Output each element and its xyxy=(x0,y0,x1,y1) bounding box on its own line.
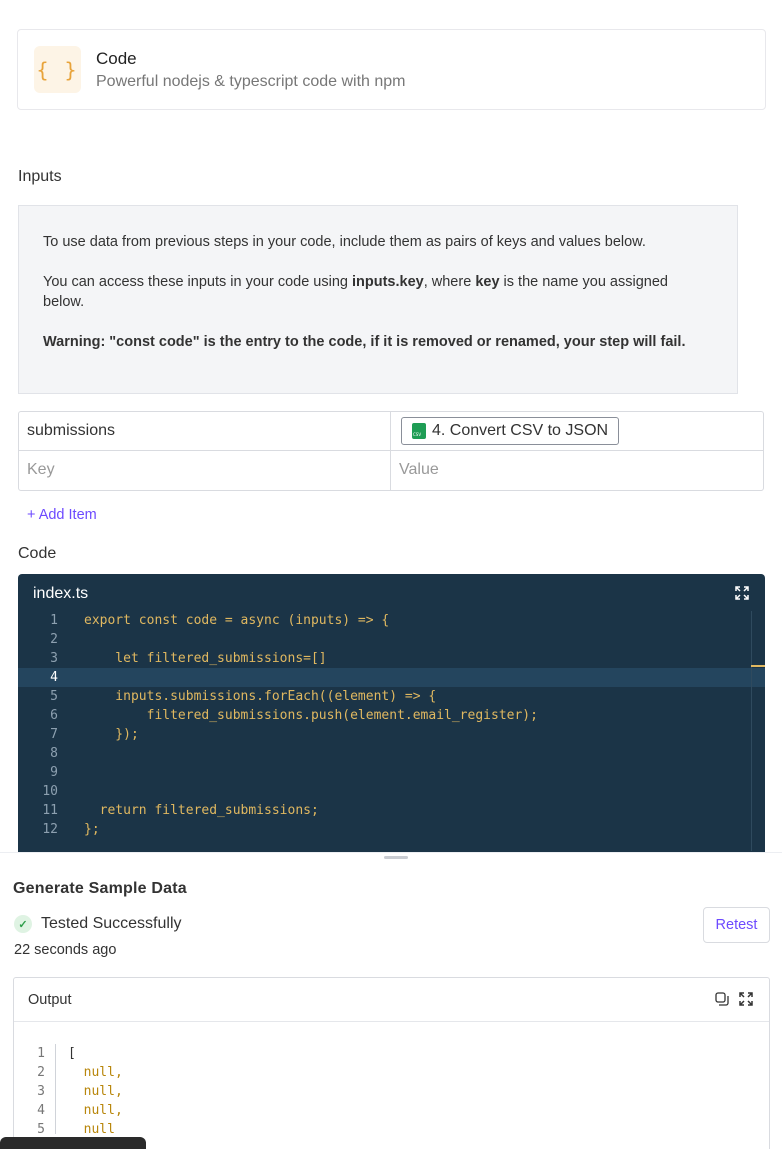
code-line: 4 xyxy=(18,668,765,687)
editor-filename: index.ts xyxy=(33,585,89,602)
test-status-label: Tested Successfully xyxy=(41,915,182,932)
step-reference-chip[interactable]: 4. Convert CSV to JSON xyxy=(401,417,620,445)
line-number: 2 xyxy=(37,1065,45,1080)
line-number: 12 xyxy=(42,822,58,837)
line-number: 4 xyxy=(50,670,58,685)
code-line: 5 inputs.submissions.forEach((element) =… xyxy=(18,687,765,706)
line-number: 2 xyxy=(50,632,58,647)
output-title: Output xyxy=(28,992,72,1008)
input-key-field[interactable]: submissions xyxy=(27,422,115,440)
output-text: null, xyxy=(68,1065,123,1080)
overview-ruler xyxy=(751,611,752,851)
add-item-button[interactable]: + Add Item xyxy=(27,507,97,523)
output-lines: 1[2 null, 3 null, 4 null, 5 null xyxy=(14,1044,769,1139)
code-line: 3 let filtered_submissions=[] xyxy=(18,649,765,668)
code-line: 10 xyxy=(18,782,765,801)
column-divider xyxy=(390,412,391,490)
inputs-label: Inputs xyxy=(18,168,62,185)
csv-file-icon xyxy=(412,423,426,439)
tested-time: 22 seconds ago xyxy=(14,942,117,958)
line-number: 1 xyxy=(37,1046,45,1061)
output-header: Output xyxy=(14,978,769,1022)
value-input[interactable]: Value xyxy=(399,461,439,479)
code-editor[interactable]: index.ts 1 export const code = async (inp… xyxy=(18,574,765,852)
line-number: 3 xyxy=(50,651,58,666)
bottom-toast-bar xyxy=(0,1137,146,1149)
code-text: }; xyxy=(84,822,100,837)
code-text: export const code = async (inputs) => { xyxy=(84,613,390,628)
info-line-2: You can access these inputs in your code… xyxy=(43,274,668,310)
line-number: 5 xyxy=(50,689,58,704)
code-line: 1 export const code = async (inputs) => { xyxy=(18,611,765,630)
line-number: 4 xyxy=(37,1103,45,1118)
code-lines: 1 export const code = async (inputs) => {… xyxy=(18,611,765,839)
line-number: 8 xyxy=(50,746,58,761)
output-line: 2 null, xyxy=(14,1063,769,1082)
piece-title: Code xyxy=(96,49,137,68)
code-braces-icon: { } xyxy=(34,46,81,93)
sample-data-title: Generate Sample Data xyxy=(13,880,187,897)
code-text: let filtered_submissions=[] xyxy=(84,651,327,666)
code-label: Code xyxy=(18,545,57,562)
code-line: 7 }); xyxy=(18,725,765,744)
expand-icon[interactable] xyxy=(739,992,753,1006)
line-number: 1 xyxy=(50,613,58,628)
inputs-info-box: To use data from previous steps in your … xyxy=(18,205,738,394)
line-number: 6 xyxy=(50,708,58,723)
line-number: 3 xyxy=(37,1084,45,1099)
test-status: ✓ Tested Successfully xyxy=(14,915,182,933)
code-line: 12}; xyxy=(18,820,765,839)
info-line-1: To use data from previous steps in your … xyxy=(43,234,646,250)
expand-icon[interactable] xyxy=(735,586,749,600)
resize-handle[interactable] xyxy=(384,856,408,859)
step-reference-label: 4. Convert CSV to JSON xyxy=(432,422,609,439)
retest-button[interactable]: Retest xyxy=(703,907,770,943)
key-input[interactable]: Key xyxy=(27,461,55,479)
input-row: submissions 4. Convert CSV to JSON xyxy=(19,412,763,451)
code-text: filtered_submissions.push(element.email_… xyxy=(84,708,538,723)
piece-description: Powerful nodejs & typescript code with n… xyxy=(96,73,406,90)
code-text: }); xyxy=(84,727,139,742)
info-warning: Warning: "const code" is the entry to th… xyxy=(43,334,686,350)
piece-card: { } Code Powerful nodejs & typescript co… xyxy=(17,29,766,110)
output-panel: Output 1[2 null, 3 null, 4 null, 5 null xyxy=(13,977,770,1149)
code-line: 6 filtered_submissions.push(element.emai… xyxy=(18,706,765,725)
input-row-empty: Key Value xyxy=(19,451,763,490)
output-line: 1[ xyxy=(14,1044,769,1063)
check-circle-icon: ✓ xyxy=(14,915,32,933)
code-text: inputs.submissions.forEach((element) => … xyxy=(84,689,437,704)
code-line: 9 xyxy=(18,763,765,782)
ruler-cursor-mark xyxy=(751,665,765,667)
line-number: 10 xyxy=(42,784,58,799)
line-number: 9 xyxy=(50,765,58,780)
code-line: 8 xyxy=(18,744,765,763)
panel-divider xyxy=(0,852,782,853)
line-number: 11 xyxy=(42,803,58,818)
copy-icon[interactable] xyxy=(715,992,729,1006)
inputs-table: submissions 4. Convert CSV to JSON Key V… xyxy=(18,411,764,491)
output-line: 4 null, xyxy=(14,1101,769,1120)
code-line: 2 xyxy=(18,630,765,649)
code-text: return filtered_submissions; xyxy=(84,803,319,818)
output-text: null, xyxy=(68,1103,123,1118)
output-text: null, xyxy=(68,1084,123,1099)
line-number: 7 xyxy=(50,727,58,742)
code-line: 11 return filtered_submissions; xyxy=(18,801,765,820)
output-line: 3 null, xyxy=(14,1082,769,1101)
output-text: [ xyxy=(68,1046,76,1061)
